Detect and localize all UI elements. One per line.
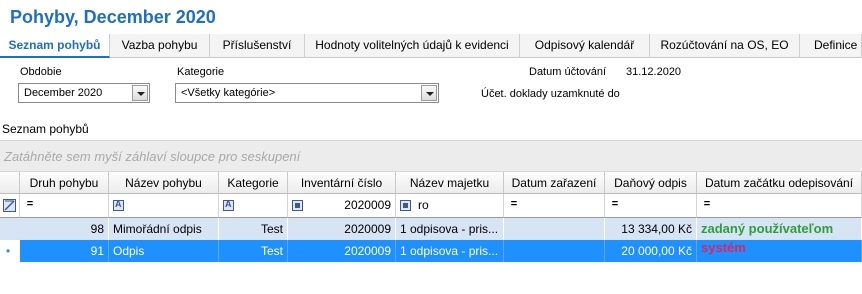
user-entered-note: zadaný používateľom xyxy=(701,221,834,236)
text-filter-icon[interactable] xyxy=(113,199,124,211)
tab-vazba-pohybu[interactable]: Vazba pohybu xyxy=(110,34,210,58)
period-select[interactable]: December 2020 xyxy=(18,83,150,103)
filter-operator-icon[interactable] xyxy=(400,200,411,211)
tab-hodnoty-volitelnych-udaju[interactable]: Hodnoty volitelných údajů k evidenci xyxy=(305,34,520,58)
row-indicator[interactable]: • xyxy=(0,240,20,262)
tab-odpisovy-kalendar[interactable]: Odpisový kalendář xyxy=(520,34,650,58)
tab-rozuctovani[interactable]: Rozúčtování na OS, EO xyxy=(650,34,800,58)
locked-docs-label: Účet. doklady uzamknuté do xyxy=(481,88,620,100)
tab-definice-ud[interactable]: Definice UD xyxy=(800,34,862,58)
filter-nazev-majetku[interactable]: ro xyxy=(396,194,504,218)
title-bar: Pohyby, December 2020 xyxy=(0,0,862,34)
cell-nazev-majetku[interactable]: 1 odpisova - pris... xyxy=(396,240,504,262)
filter-druh-pohybu[interactable]: = xyxy=(20,194,109,218)
group-by-hint: Zatáhněte sem myší záhlaví sloupce pro s… xyxy=(4,149,301,164)
system-note: systém xyxy=(701,240,746,255)
filter-inventarni-cislo[interactable]: 2020009 xyxy=(288,194,396,218)
column-header-datum-zarazeni[interactable]: Datum zařazení xyxy=(504,172,605,194)
cell-kategorie[interactable]: Test xyxy=(219,218,288,240)
bullet-icon: • xyxy=(6,244,11,258)
row-indicator[interactable] xyxy=(0,218,20,240)
filter-inventory-value[interactable]: 2020009 xyxy=(344,198,391,212)
cell-datum-zacatku[interactable]: zadaný používateľom xyxy=(697,218,862,240)
filter-operator[interactable]: = xyxy=(24,199,36,211)
category-select[interactable]: <Všetky kategórie> xyxy=(175,83,439,103)
filter-danovy-odpis[interactable]: = xyxy=(605,194,697,218)
cell-danovy-odpis[interactable]: 13 334,00 Kč xyxy=(605,218,697,240)
chevron-down-icon[interactable] xyxy=(421,85,437,101)
chevron-down-icon[interactable] xyxy=(132,85,148,101)
cell-kategorie[interactable]: Test xyxy=(219,240,288,262)
filter-nazev-pohybu[interactable] xyxy=(109,194,219,218)
tab-strip: Seznam pohybů Vazba pohybu Příslušenství… xyxy=(0,34,862,58)
cell-nazev-pohybu[interactable]: Mimořádní odpis xyxy=(109,218,219,240)
filter-row-indicator[interactable] xyxy=(0,194,20,218)
tab-seznam-pohybu[interactable]: Seznam pohybů xyxy=(0,34,110,58)
filter-operator-icon[interactable] xyxy=(292,200,303,211)
movements-grid: Druh pohybu Název pohybu Kategorie Inven… xyxy=(0,172,862,294)
cell-datum-zarazeni[interactable] xyxy=(504,218,605,240)
cell-druh-pohybu[interactable]: 91 xyxy=(20,240,109,262)
accounting-date-value: 31.12.2020 xyxy=(626,66,682,78)
cell-datum-zarazeni[interactable] xyxy=(504,240,605,262)
cell-nazev-pohybu[interactable]: Odpis xyxy=(109,240,219,262)
cell-druh-pohybu[interactable]: 98 xyxy=(20,218,109,240)
table-row[interactable]: • 91 Odpis Test 2020009 1 odpisova - pri… xyxy=(0,240,862,262)
cell-inventarni-cislo[interactable]: 2020009 xyxy=(288,218,396,240)
category-label: Kategorie xyxy=(177,66,225,78)
cell-danovy-odpis[interactable]: 20 000,00 Kč xyxy=(605,240,697,262)
filter-operator[interactable]: = xyxy=(701,199,713,211)
category-value: <Všetky kategórie> xyxy=(181,87,276,99)
column-header-druh-pohybu[interactable]: Druh pohybu xyxy=(20,172,109,194)
cell-datum-zacatku[interactable]: systém xyxy=(697,240,862,262)
filter-clear-icon[interactable] xyxy=(3,199,16,212)
text-filter-icon[interactable] xyxy=(223,199,234,211)
filter-datum-zarazeni[interactable]: = xyxy=(504,194,605,218)
tab-prislusenstvi[interactable]: Příslušenství xyxy=(210,34,305,58)
filter-asset-value[interactable]: ro xyxy=(418,198,429,212)
column-header-danovy-odpis[interactable]: Daňový odpis xyxy=(605,172,697,194)
column-header-nazev-majetku[interactable]: Název majetku xyxy=(396,172,504,194)
column-header-nazev-pohybu[interactable]: Název pohybu xyxy=(109,172,219,194)
cell-nazev-majetku[interactable]: 1 odpisova - pris... xyxy=(396,218,504,240)
filter-operator[interactable]: = xyxy=(508,199,520,211)
section-title: Seznam pohybů xyxy=(2,122,89,136)
cell-inventarni-cislo[interactable]: 2020009 xyxy=(288,240,396,262)
filter-kategorie[interactable] xyxy=(219,194,288,218)
accounting-date-label: Datum účtování xyxy=(529,66,607,78)
period-label: Obdobie xyxy=(20,66,62,78)
filter-operator[interactable]: = xyxy=(609,199,621,211)
row-indicator-header xyxy=(0,172,20,194)
column-header-kategorie[interactable]: Kategorie xyxy=(219,172,288,194)
column-header-datum-zacatku[interactable]: Datum začátku odepisování xyxy=(697,172,862,194)
page-title: Pohyby, December 2020 xyxy=(10,7,216,27)
column-header-inventarni-cislo[interactable]: Inventární číslo xyxy=(288,172,396,194)
table-row[interactable]: 98 Mimořádní odpis Test 2020009 1 odpiso… xyxy=(0,218,862,240)
filter-datum-zacatku[interactable]: = xyxy=(697,194,862,218)
group-by-panel[interactable]: Zatáhněte sem myší záhlaví sloupce pro s… xyxy=(0,140,862,172)
period-value: December 2020 xyxy=(24,87,103,99)
